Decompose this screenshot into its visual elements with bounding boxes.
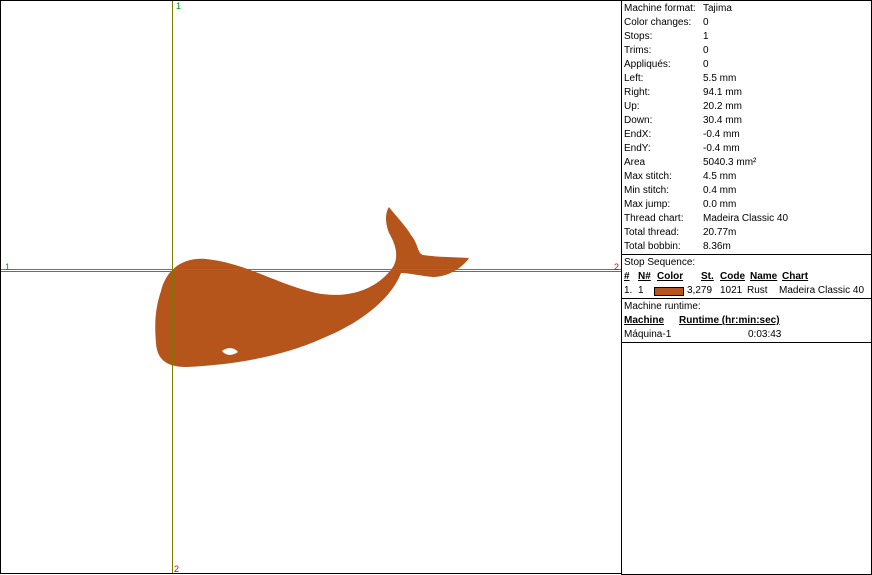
col-code: Code: [720, 271, 745, 282]
stop-sequence-title: Stop Sequence:: [624, 257, 696, 268]
stat-value: 5.5 mm: [703, 73, 737, 84]
stat-label: Max jump:: [624, 199, 671, 210]
stat-row: Up: 20.2 mm: [624, 100, 871, 114]
axis-label-bottom: 2: [174, 564, 180, 574]
stat-label: Appliqués:: [624, 59, 671, 70]
stat-value: -0.4 mm: [703, 129, 740, 140]
whale-design: [155, 207, 470, 367]
stop-sequence-section: Stop Sequence: # N# Color St. Code Name …: [622, 254, 871, 298]
runtime-row: Máquina-1 0:03:43: [624, 328, 871, 342]
stat-row: Min stitch: 0.4 mm: [624, 184, 871, 198]
stat-value: 1: [703, 31, 709, 42]
col-machine: Machine: [624, 315, 665, 326]
stat-value: 20.77m: [703, 227, 737, 238]
stat-label: Min stitch:: [624, 185, 670, 196]
stat-label: Area: [624, 157, 646, 168]
row-name: Rust: [747, 285, 768, 296]
stat-row: Appliqués: 0: [624, 58, 871, 72]
stat-label: Max stitch:: [624, 171, 672, 182]
stat-value: 0.0 mm: [703, 199, 737, 210]
stat-value: 0: [703, 45, 709, 56]
stat-label: Trims:: [624, 45, 652, 56]
stat-row: Stops: 1: [624, 30, 871, 44]
stat-row: Color changes: 0: [624, 16, 871, 30]
stat-label: Down:: [624, 115, 653, 126]
runtime-section: Machine runtime: Machine Runtime (hr:min…: [622, 298, 871, 342]
stat-value: 20.2 mm: [703, 101, 742, 112]
col-runtime: Runtime (hr:min:sec): [679, 315, 780, 326]
stat-value: 94.1 mm: [703, 87, 742, 98]
stat-value: Madeira Classic 40: [703, 213, 789, 224]
stat-row: Right: 94.1 mm: [624, 86, 871, 100]
stop-sequence-row: 1. 1 3,279 1021 Rust Madeira Classic 40: [624, 284, 871, 298]
stat-row: Thread chart: Madeira Classic 40: [624, 212, 871, 226]
stat-label: Color changes:: [624, 17, 692, 28]
stat-row: Area 5040.3 mm²: [624, 156, 871, 170]
stat-value: 5040.3 mm²: [703, 157, 757, 168]
row-st: 3,279: [687, 285, 713, 296]
stat-row: EndY: -0.4 mm: [624, 142, 871, 156]
stat-row: Left: 5.5 mm: [624, 72, 871, 86]
axis-label-left: 1: [5, 262, 11, 272]
col-num: #: [624, 271, 630, 282]
stat-value: 30.4 mm: [703, 115, 742, 126]
design-canvas[interactable]: 1 1 2 2: [0, 0, 621, 574]
stat-label: Right:: [624, 87, 651, 98]
stat-value: 0: [703, 17, 709, 28]
color-swatch: [654, 286, 684, 296]
stat-label: Total thread:: [624, 227, 680, 238]
col-name: Name: [750, 271, 778, 282]
stat-row: Down: 30.4 mm: [624, 114, 871, 128]
stat-value: Tajima: [703, 3, 732, 14]
stat-label: Up:: [624, 101, 640, 112]
row-chart: Madeira Classic 40: [779, 285, 865, 296]
guide-horizontal: [1, 271, 621, 272]
stat-label: Thread chart:: [624, 213, 684, 224]
stat-label: Machine format:: [624, 3, 696, 14]
stat-row: Max stitch: 4.5 mm: [624, 170, 871, 184]
stat-row: Max jump: 0.0 mm: [624, 198, 871, 212]
guide-vertical: [172, 1, 173, 573]
stat-value: 0.4 mm: [703, 185, 737, 196]
col-st: St.: [701, 271, 714, 282]
row-n: 1: [638, 285, 644, 296]
stat-row: EndX: -0.4 mm: [624, 128, 871, 142]
stat-label: Stops:: [624, 31, 653, 42]
stop-sequence-header: # N# Color St. Code Name Chart: [624, 270, 871, 284]
runtime-machine: Máquina-1: [624, 329, 672, 340]
col-n: N#: [638, 271, 651, 282]
design-stats: Machine format: Tajima Color changes: 0 Stop…: [622, 1, 871, 254]
stat-row: Trims: 0: [624, 44, 871, 58]
runtime-title: Machine runtime:: [624, 301, 701, 312]
stat-label: Left:: [624, 73, 644, 84]
runtime-header: Machine Runtime (hr:min:sec): [624, 314, 871, 328]
stat-label: EndX:: [624, 129, 652, 140]
row-num: 1.: [624, 285, 633, 296]
row-code: 1021: [720, 285, 743, 296]
stat-row: Machine format: Tajima: [624, 2, 871, 16]
stat-row: Total thread: 20.77m: [624, 226, 871, 240]
panel-divider: [622, 342, 871, 343]
stat-row: Total bobbin: 8.36m: [624, 240, 871, 254]
stat-value: 8.36m: [703, 241, 731, 252]
runtime-value: 0:03:43: [748, 329, 782, 340]
guide-horizontal-green: [1, 269, 621, 270]
whale-shape: [155, 207, 470, 367]
stat-label: EndY:: [624, 143, 651, 154]
stat-value: -0.4 mm: [703, 143, 740, 154]
stat-value: 4.5 mm: [703, 171, 737, 182]
info-panel: Machine format: Tajima Color changes: 0 Stop…: [621, 0, 872, 575]
axis-label-right: 2: [614, 262, 620, 272]
stat-value: 0: [703, 59, 709, 70]
col-color: Color: [657, 271, 684, 282]
col-chart: Chart: [782, 271, 809, 282]
axis-label-top: 1: [176, 1, 182, 11]
stat-label: Total bobbin:: [624, 241, 681, 252]
